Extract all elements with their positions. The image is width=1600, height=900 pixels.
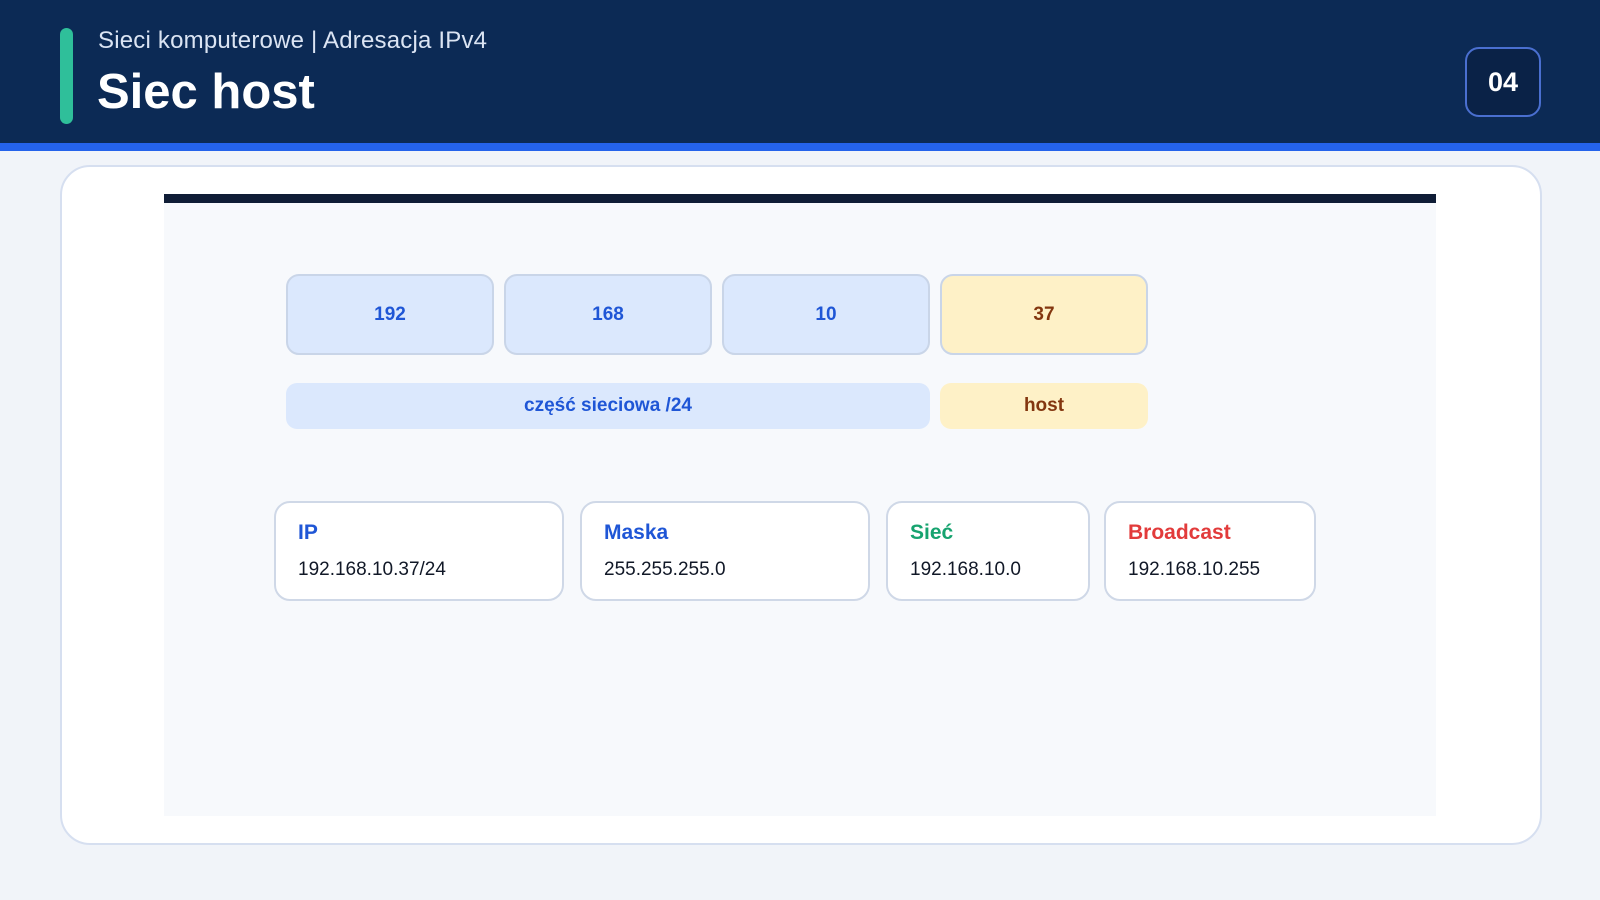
info-card-network: Sieć 192.168.10.0 xyxy=(886,501,1090,601)
header-underline xyxy=(0,143,1600,151)
page-number-badge: 04 xyxy=(1465,47,1541,117)
info-card-value: 192.168.10.37/24 xyxy=(298,559,446,580)
diagram-top-bar xyxy=(164,194,1436,203)
ip-diagram: 192 168 10 37 część sieciowa /24 host IP… xyxy=(164,194,1436,816)
info-card-broadcast: Broadcast 192.168.10.255 xyxy=(1104,501,1316,601)
info-card-value: 255.255.255.0 xyxy=(604,559,726,580)
info-card-label: IP xyxy=(298,521,318,544)
host-part-label: host xyxy=(940,383,1148,429)
info-card-value: 192.168.10.0 xyxy=(910,559,1021,580)
info-card-label: Sieć xyxy=(910,521,954,544)
info-card-label: Maska xyxy=(604,521,669,544)
network-part-label: część sieciowa /24 xyxy=(286,383,930,429)
octet-2: 168 xyxy=(504,274,712,355)
slide-title: Siec host xyxy=(97,65,315,119)
info-card-label: Broadcast xyxy=(1128,521,1231,544)
octet-1: 192 xyxy=(286,274,494,355)
info-card-mask: Maska 255.255.255.0 xyxy=(580,501,870,601)
slide-subtitle: Sieci komputerowe | Adresacja IPv4 xyxy=(98,27,488,54)
accent-bar xyxy=(60,28,73,124)
info-card-ip: IP 192.168.10.37/24 xyxy=(274,501,564,601)
octet-4: 37 xyxy=(940,274,1148,355)
octet-3: 10 xyxy=(722,274,930,355)
info-card-value: 192.168.10.255 xyxy=(1128,559,1261,580)
